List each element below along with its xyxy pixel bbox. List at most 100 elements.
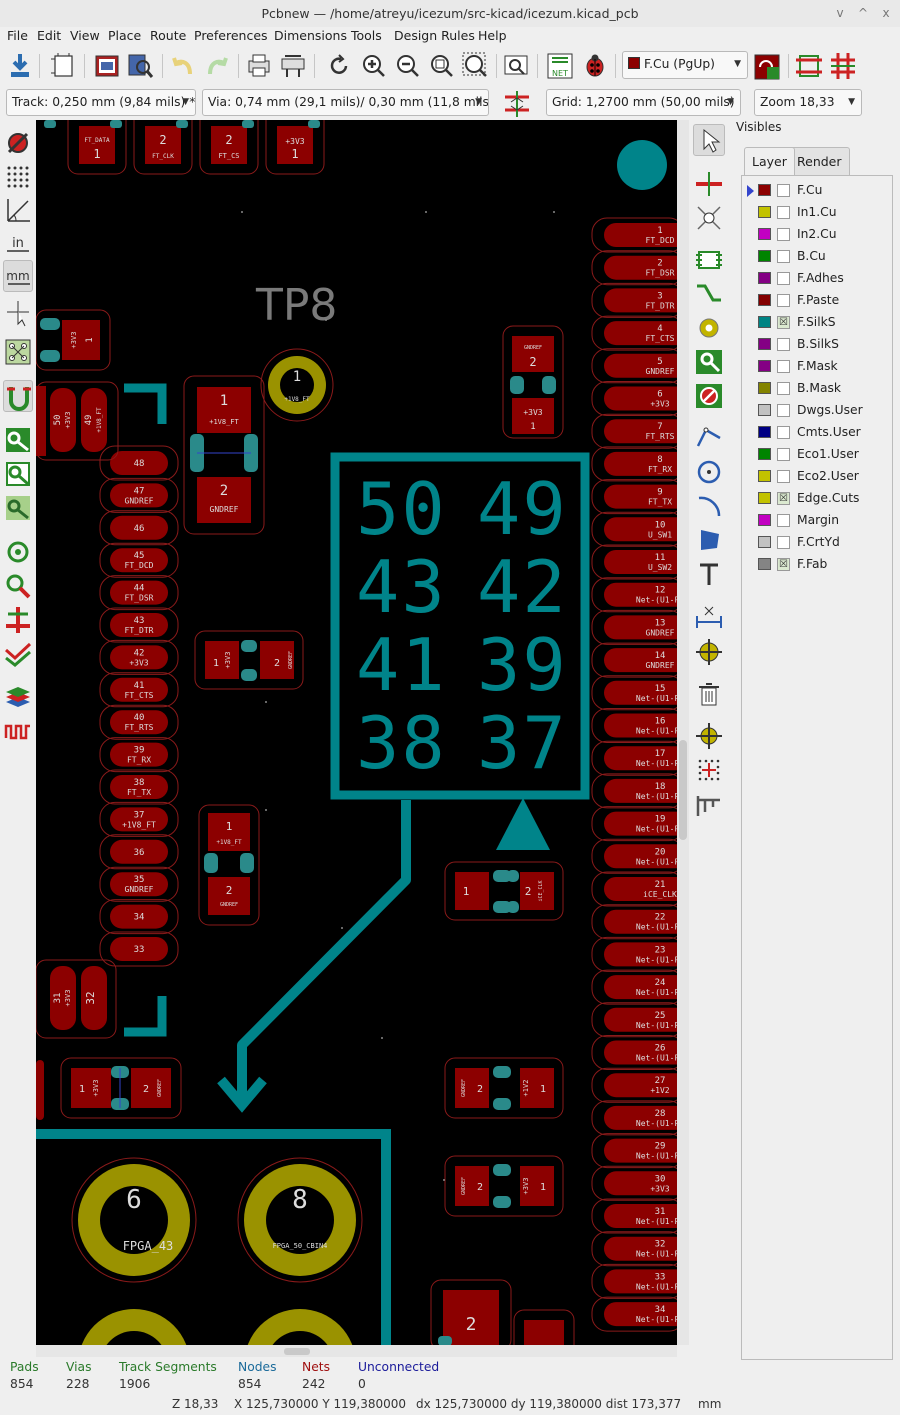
save-board-button[interactable] (5, 50, 35, 82)
add-zone-button[interactable] (693, 346, 725, 378)
measure-button[interactable] (693, 790, 725, 822)
layer-visibility-checkbox[interactable] (777, 470, 790, 483)
layer-visibility-checkbox[interactable] (777, 382, 790, 395)
netlist-button[interactable]: NET (545, 50, 575, 82)
layer-row[interactable]: B.Cu (742, 246, 892, 268)
layer-row[interactable]: Eco2.User (742, 466, 892, 488)
layer-color-swatch[interactable] (758, 470, 771, 482)
add-footprint-button[interactable] (693, 244, 725, 276)
tab-layer[interactable]: Layer (744, 147, 795, 175)
layer-row[interactable]: In1.Cu (742, 202, 892, 224)
track-sketch-button[interactable] (3, 604, 33, 636)
module-ratsnest-button[interactable] (3, 380, 33, 412)
layer-row[interactable]: Dwgs.User (742, 400, 892, 422)
layer-row[interactable]: F.Cu (742, 180, 892, 202)
layer-row[interactable]: Cmts.User (742, 422, 892, 444)
delete-button[interactable] (693, 678, 725, 710)
layer-color-swatch[interactable] (758, 228, 771, 240)
menu-place[interactable]: Place (108, 28, 141, 43)
draw-circle-button[interactable] (693, 456, 725, 488)
layer-color-swatch[interactable] (758, 536, 771, 548)
plot-button[interactable] (278, 50, 308, 82)
layer-color-swatch[interactable] (758, 404, 771, 416)
layer-color-swatch[interactable] (758, 382, 771, 394)
menu-view[interactable]: View (70, 28, 100, 43)
menu-design-rules[interactable]: Design Rules (394, 28, 475, 43)
layer-row[interactable]: F.Adhes (742, 268, 892, 290)
ratsnest-button[interactable] (3, 336, 33, 368)
zoom-select[interactable]: Zoom 18,33 ▼ (754, 89, 862, 116)
vertical-scrollbar[interactable] (677, 120, 689, 1345)
layer-row[interactable]: ☒ F.Fab (742, 554, 892, 576)
layer-visibility-checkbox[interactable]: ☒ (777, 316, 790, 329)
tab-render[interactable]: Render (789, 147, 850, 175)
layer-visibility-checkbox[interactable] (777, 272, 790, 285)
grid-origin-button[interactable] (693, 720, 725, 752)
draw-polygon-button[interactable] (693, 524, 725, 556)
layer-color-swatch[interactable] (758, 558, 771, 570)
drc-button[interactable] (580, 50, 610, 82)
minimize-button[interactable]: v (828, 0, 852, 27)
add-text-button[interactable] (693, 558, 725, 590)
local-ratsnest-button[interactable] (693, 202, 725, 234)
layer-row[interactable]: Eco1.User (742, 444, 892, 466)
layer-row[interactable]: In2.Cu (742, 224, 892, 246)
layer-row[interactable]: B.SilkS (742, 334, 892, 356)
footprint-viewer-button[interactable] (125, 50, 155, 82)
drc-off-button[interactable] (3, 126, 33, 158)
layer-visibility-checkbox[interactable] (777, 206, 790, 219)
add-via-button[interactable] (693, 312, 725, 344)
zone-outline-button[interactable] (3, 458, 33, 490)
layer-row[interactable]: Margin (742, 510, 892, 532)
route-track-button[interactable] (693, 278, 725, 310)
undo-button[interactable] (168, 50, 198, 82)
layer-pair-button[interactable] (752, 51, 782, 83)
layer-row[interactable]: ☒ F.SilkS (742, 312, 892, 334)
highlight-net-button[interactable] (693, 168, 725, 200)
redraw-button[interactable] (324, 50, 354, 82)
find-button[interactable] (501, 50, 531, 82)
grid-toggle-button[interactable] (3, 160, 33, 192)
high-contrast-button[interactable] (3, 638, 33, 670)
layer-color-swatch[interactable] (758, 360, 771, 372)
menu-route[interactable]: Route (150, 28, 186, 43)
via-sketch-button[interactable] (3, 570, 33, 602)
maximize-button[interactable]: ^ (851, 0, 875, 27)
layer-color-swatch[interactable] (758, 294, 771, 306)
zoom-fit-button[interactable] (426, 50, 456, 82)
pad-sketch-button[interactable] (3, 536, 33, 568)
layer-color-swatch[interactable] (758, 492, 771, 504)
keepout-zone-button[interactable] (693, 380, 725, 412)
layers-manager-button[interactable] (3, 680, 33, 712)
auto-track-width-button[interactable] (502, 88, 532, 120)
layer-color-swatch[interactable] (758, 448, 771, 460)
layer-row[interactable]: F.Mask (742, 356, 892, 378)
mode-track-button[interactable] (828, 50, 858, 82)
vertical-scroll-thumb[interactable] (679, 740, 687, 840)
microwave-tools-button[interactable] (3, 716, 33, 748)
via-size-select[interactable]: Via: 0,74 mm (29,1 mils)/ 0,30 mm (11,8 … (202, 89, 489, 116)
track-width-select[interactable]: Track: 0,250 mm (9,84 mils) * ▼ (6, 89, 196, 116)
layer-visibility-checkbox[interactable]: ☒ (777, 558, 790, 571)
layer-color-swatch[interactable] (758, 250, 771, 262)
menu-dimensions[interactable]: Dimensions (274, 28, 347, 43)
cursor-shape-button[interactable] (3, 296, 33, 328)
add-target-button[interactable] (693, 636, 725, 668)
set-grid-button[interactable] (693, 754, 725, 786)
units-inch-button[interactable]: in (3, 228, 33, 260)
units-mm-button[interactable]: mm (3, 260, 33, 292)
layer-visibility-checkbox[interactable] (777, 514, 790, 527)
zoom-out-button[interactable] (392, 50, 422, 82)
menu-edit[interactable]: Edit (37, 28, 61, 43)
layer-select[interactable]: F.Cu (PgUp) ▼ (622, 51, 748, 79)
layer-color-swatch[interactable] (758, 514, 771, 526)
layer-visibility-checkbox[interactable] (777, 448, 790, 461)
menu-help[interactable]: Help (478, 28, 507, 43)
layer-visibility-checkbox[interactable] (777, 360, 790, 373)
page-settings-button[interactable] (48, 50, 78, 82)
layer-row[interactable]: B.Mask (742, 378, 892, 400)
horizontal-scrollbar[interactable] (36, 1345, 677, 1357)
layer-color-swatch[interactable] (758, 206, 771, 218)
mode-footprint-button[interactable] (794, 50, 824, 82)
layer-color-swatch[interactable] (758, 316, 771, 328)
